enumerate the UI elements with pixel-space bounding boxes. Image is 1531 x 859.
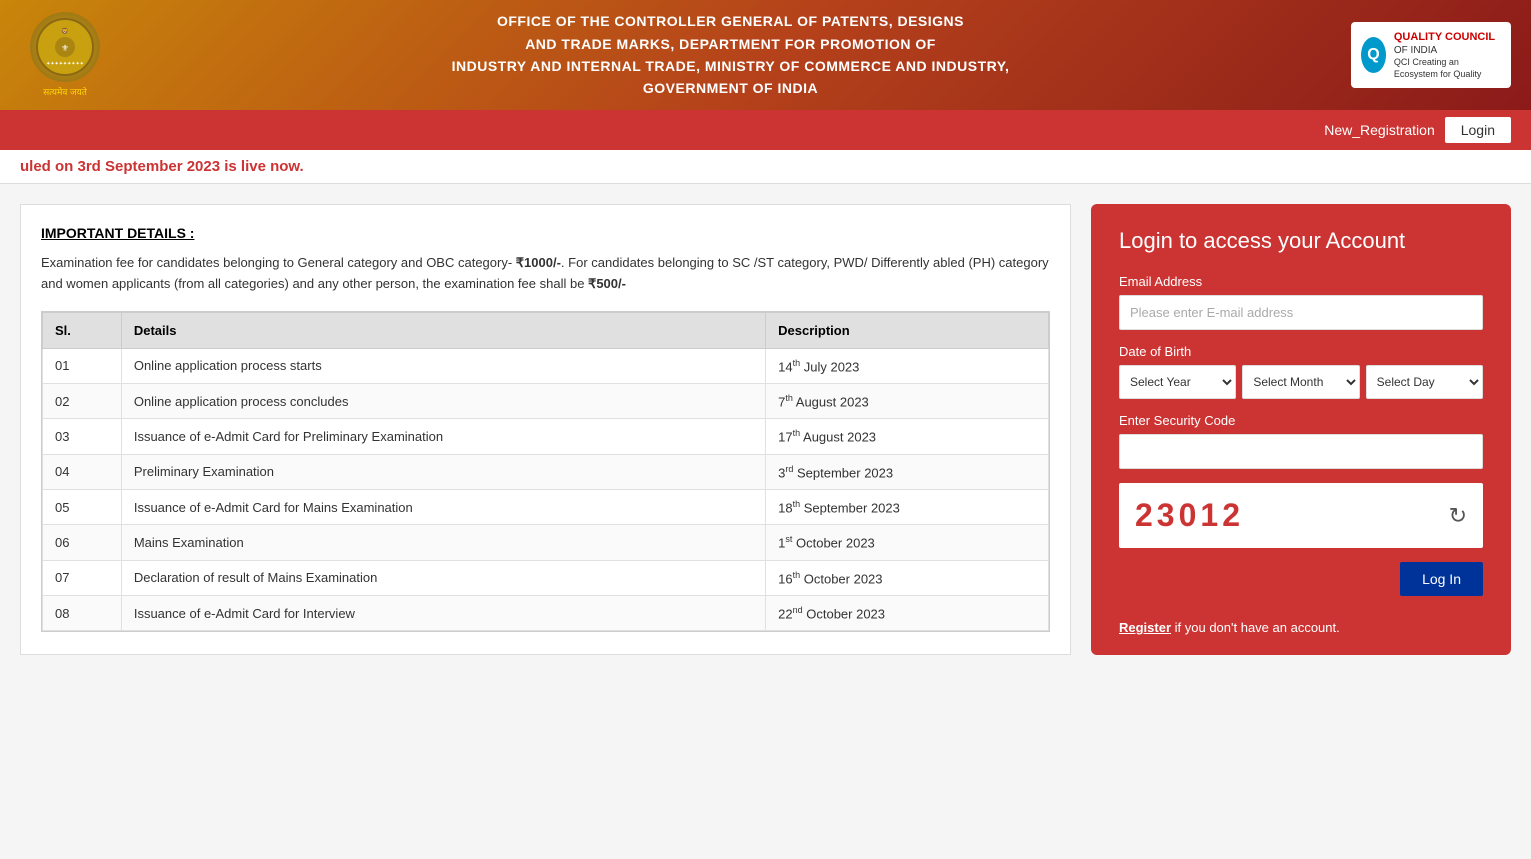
emblem-circle: 🦁 ⚜ ✦✦✦✦✦✦✦✦✦: [30, 12, 100, 82]
cell-details: Online application process concludes: [121, 383, 765, 418]
login-button[interactable]: Log In: [1400, 562, 1483, 596]
security-code-label: Enter Security Code: [1119, 413, 1483, 428]
cell-sl: 03: [43, 419, 122, 454]
important-details-title: IMPORTANT DETAILS :: [41, 225, 1050, 241]
ticker-bar: uled on 3rd September 2023 is live now.: [0, 150, 1531, 184]
cell-description: 14th July 2023: [766, 348, 1049, 383]
cell-description: 18th September 2023: [766, 489, 1049, 524]
cell-sl: 07: [43, 560, 122, 595]
svg-text:🦁: 🦁: [61, 27, 68, 35]
ticker-text: uled on 3rd September 2023 is live now.: [20, 158, 304, 175]
table-row: 05 Issuance of e-Admit Card for Mains Ex…: [43, 489, 1049, 524]
table-row: 06 Mains Examination 1st October 2023: [43, 525, 1049, 560]
login-title: Login to access your Account: [1119, 228, 1483, 254]
left-panel: IMPORTANT DETAILS : Examination fee for …: [20, 204, 1071, 655]
new-registration-link[interactable]: New_Registration: [1324, 122, 1435, 138]
cell-sl: 05: [43, 489, 122, 524]
cell-details: Online application process starts: [121, 348, 765, 383]
login-nav-button[interactable]: Login: [1445, 117, 1511, 143]
svg-text:✦✦✦✦✦✦✦✦✦: ✦✦✦✦✦✦✦✦✦: [46, 61, 84, 67]
login-panel: Login to access your Account Email Addre…: [1091, 204, 1511, 655]
header-title: OFFICE OF THE CONTROLLER GENERAL OF PATE…: [110, 10, 1351, 100]
cell-description: 7th August 2023: [766, 383, 1049, 418]
table-row: 03 Issuance of e-Admit Card for Prelimin…: [43, 419, 1049, 454]
emblem-logo: 🦁 ⚜ ✦✦✦✦✦✦✦✦✦ सत्यमेव जयते: [20, 12, 110, 98]
table-row: 07 Declaration of result of Mains Examin…: [43, 560, 1049, 595]
svg-text:⚜: ⚜: [61, 43, 69, 53]
select-month[interactable]: Select Month: [1242, 365, 1359, 399]
select-day[interactable]: Select Day: [1366, 365, 1483, 399]
qci-icon: Q: [1361, 37, 1386, 73]
col-details: Details: [121, 312, 765, 348]
table-row: 02 Online application process concludes …: [43, 383, 1049, 418]
table-row: 04 Preliminary Examination 3rd September…: [43, 454, 1049, 489]
qci-logo: Q QUALITY COUNCIL OF INDIA QCI Creating …: [1351, 22, 1511, 89]
dob-row: Select Year Select Month Select Day: [1119, 365, 1483, 399]
cell-sl: 08: [43, 595, 122, 630]
refresh-captcha-icon[interactable]: ↻: [1449, 503, 1467, 529]
page-header: 🦁 ⚜ ✦✦✦✦✦✦✦✦✦ सत्यमेव जयते OFFICE OF THE…: [0, 0, 1531, 110]
cell-details: Issuance of e-Admit Card for Preliminary…: [121, 419, 765, 454]
schedule-table: Sl. Details Description 01 Online applic…: [42, 312, 1049, 632]
cell-description: 17th August 2023: [766, 419, 1049, 454]
select-year[interactable]: Select Year: [1119, 365, 1236, 399]
cell-description: 1st October 2023: [766, 525, 1049, 560]
email-input[interactable]: [1119, 295, 1483, 330]
satyamev-text: सत्यमेव जयते: [43, 85, 87, 98]
login-button-row: Log In: [1119, 562, 1483, 610]
table-row: 08 Issuance of e-Admit Card for Intervie…: [43, 595, 1049, 630]
cell-details: Mains Examination: [121, 525, 765, 560]
cell-details: Issuance of e-Admit Card for Mains Exami…: [121, 489, 765, 524]
cell-details: Preliminary Examination: [121, 454, 765, 489]
navbar: New_Registration Login: [0, 110, 1531, 150]
register-link[interactable]: Register: [1119, 620, 1171, 635]
col-description: Description: [766, 312, 1049, 348]
cell-sl: 06: [43, 525, 122, 560]
fee-text: Examination fee for candidates belonging…: [41, 253, 1050, 295]
cell-details: Declaration of result of Mains Examinati…: [121, 560, 765, 595]
cell-description: 16th October 2023: [766, 560, 1049, 595]
dob-label: Date of Birth: [1119, 344, 1483, 359]
cell-sl: 04: [43, 454, 122, 489]
register-text: Register if you don't have an account.: [1119, 620, 1483, 635]
captcha-code: 23012: [1135, 497, 1244, 534]
cell-description: 22nd October 2023: [766, 595, 1049, 630]
cell-details: Issuance of e-Admit Card for Interview: [121, 595, 765, 630]
main-content: IMPORTANT DETAILS : Examination fee for …: [0, 184, 1531, 675]
table-row: 01 Online application process starts 14t…: [43, 348, 1049, 383]
security-code-input[interactable]: [1119, 434, 1483, 469]
captcha-area: 23012 ↻: [1119, 483, 1483, 548]
cell-sl: 02: [43, 383, 122, 418]
cell-sl: 01: [43, 348, 122, 383]
col-sl: Sl.: [43, 312, 122, 348]
cell-description: 3rd September 2023: [766, 454, 1049, 489]
email-label: Email Address: [1119, 274, 1483, 289]
schedule-table-container: Sl. Details Description 01 Online applic…: [41, 311, 1050, 633]
